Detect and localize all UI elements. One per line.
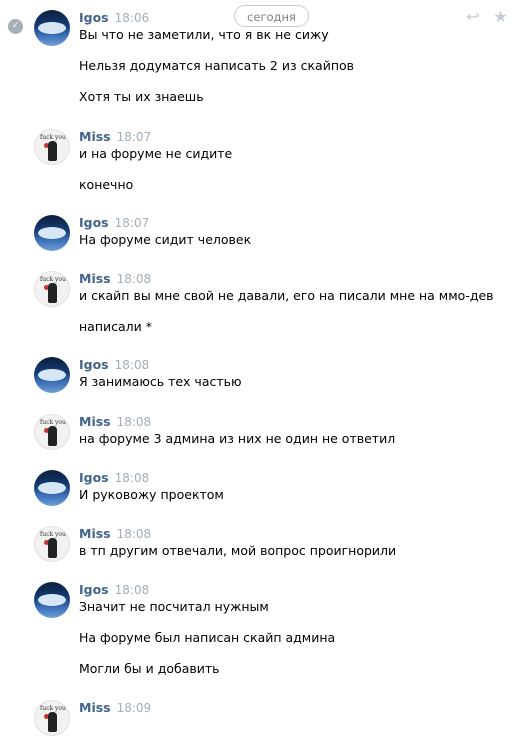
message-header: Igos 18:08 (79, 470, 149, 485)
message-time[interactable]: 18:08 (115, 471, 150, 485)
author-name[interactable]: Igos (79, 215, 109, 230)
message-time[interactable]: 18:08 (117, 527, 152, 541)
message-text: Значит не посчитал нужным (79, 599, 269, 614)
message-text: И руковожу проектом (79, 487, 224, 502)
message-header: Miss 18:08 (79, 414, 151, 429)
message-text: и скайп вы мне свой не давали, его на пи… (79, 288, 494, 303)
message-text: На форуме был написан скайп админа (79, 630, 336, 645)
date-divider: сегодня (234, 5, 309, 27)
message-time[interactable]: 18:07 (115, 216, 150, 230)
message-text: Я занимаюсь тех частью (79, 374, 242, 389)
message-header: Igos 18:07 (79, 215, 149, 230)
avatar[interactable] (34, 582, 70, 618)
author-name[interactable]: Igos (79, 10, 109, 25)
author-name[interactable]: Miss (79, 129, 111, 144)
message-header: Igos 18:08 (79, 582, 149, 597)
message-text: конечно (79, 177, 134, 192)
avatar[interactable]: fuck you (34, 700, 70, 736)
author-name[interactable]: Miss (79, 700, 111, 715)
message-time[interactable]: 18:08 (115, 583, 150, 597)
author-name[interactable]: Igos (79, 470, 109, 485)
message-text: Могли бы и добавить (79, 661, 220, 676)
avatar[interactable] (34, 357, 70, 393)
message-header: Miss 18:07 (79, 129, 151, 144)
author-name[interactable]: Igos (79, 582, 109, 597)
message-text: На форуме сидит человек (79, 232, 252, 247)
message-header: Igos 18:06 (79, 10, 149, 25)
message-time[interactable]: 18:07 (117, 130, 152, 144)
author-name[interactable]: Igos (79, 357, 109, 372)
message-text: в тп другим отвечали, мой вопрос проигно… (79, 543, 397, 558)
message-time[interactable]: 18:08 (117, 415, 152, 429)
author-name[interactable]: Miss (79, 526, 111, 541)
message-text: на форуме 3 админа из них не один не отв… (79, 431, 396, 446)
avatar[interactable]: fuck you (34, 129, 70, 165)
message-time[interactable]: 18:09 (117, 701, 152, 715)
author-name[interactable]: Miss (79, 271, 111, 286)
avatar[interactable] (34, 470, 70, 506)
message-text: Нельзя додуматся написать 2 из скайпов (79, 58, 354, 73)
message-time[interactable]: 18:08 (117, 272, 152, 286)
message-header: Miss 18:09 (79, 700, 151, 715)
check-icon[interactable]: ✓ (8, 19, 23, 34)
avatar[interactable]: fuck you (34, 526, 70, 562)
message-time[interactable]: 18:08 (115, 358, 150, 372)
message-time[interactable]: 18:06 (115, 11, 150, 25)
message-text: Хотя ты их знаешь (79, 89, 204, 104)
message-header: Miss 18:08 (79, 526, 151, 541)
message-header: Miss 18:08 (79, 271, 151, 286)
message-actions: ↩ ★ (466, 9, 508, 25)
message-text: Вы что не заметили, что я вк не сижу (79, 27, 329, 42)
message-header: Igos 18:08 (79, 357, 149, 372)
reply-icon[interactable]: ↩ (466, 9, 479, 25)
avatar[interactable]: fuck you (34, 271, 70, 307)
message-text: и на форуме не сидите (79, 146, 233, 161)
message-text: написали * (79, 319, 152, 334)
avatar[interactable] (34, 215, 70, 251)
author-name[interactable]: Miss (79, 414, 111, 429)
avatar[interactable]: fuck you (34, 414, 70, 450)
star-icon[interactable]: ★ (493, 9, 507, 25)
avatar[interactable] (34, 10, 70, 46)
